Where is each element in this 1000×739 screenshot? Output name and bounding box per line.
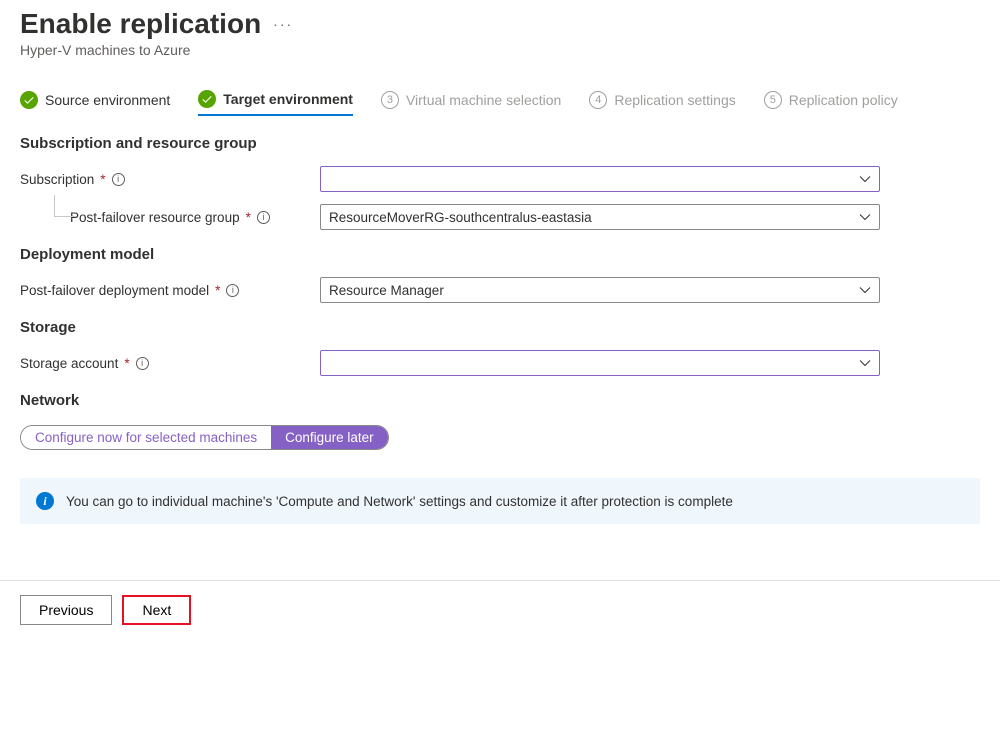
chevron-down-icon (859, 284, 871, 296)
info-icon[interactable]: i (112, 173, 125, 186)
chevron-down-icon (859, 211, 871, 223)
previous-button[interactable]: Previous (20, 595, 112, 625)
wizard-footer: Previous Next (0, 580, 1000, 639)
step-number-icon: 4 (589, 91, 607, 109)
storage-account-select[interactable] (320, 350, 880, 376)
section-subscription-rg: Subscription and resource group (20, 135, 980, 152)
deployment-model-label: Post-failover deployment model * i (20, 283, 320, 298)
step-label: Source environment (45, 92, 170, 108)
check-icon (198, 90, 216, 108)
step-source-environment[interactable]: Source environment (20, 90, 170, 116)
info-icon[interactable]: i (226, 284, 239, 297)
wizard-steps: Source environment Target environment 3 … (20, 90, 980, 117)
page-title: Enable replication (20, 8, 261, 40)
storage-account-label: Storage account * i (20, 356, 320, 371)
step-label: Replication settings (614, 92, 735, 108)
step-label: Replication policy (789, 92, 898, 108)
subscription-label: Subscription * i (20, 172, 320, 187)
required-mark: * (100, 172, 105, 187)
step-label: Target environment (223, 91, 353, 107)
next-button[interactable]: Next (122, 595, 191, 625)
configure-now-option[interactable]: Configure now for selected machines (21, 426, 271, 449)
tree-connector (54, 195, 76, 217)
section-network: Network (20, 392, 980, 409)
chevron-down-icon (859, 173, 871, 185)
page-subtitle: Hyper-V machines to Azure (20, 42, 980, 58)
step-vm-selection[interactable]: 3 Virtual machine selection (381, 90, 561, 116)
required-mark: * (124, 356, 129, 371)
resource-group-select[interactable]: ResourceMoverRG-southcentralus-eastasia (320, 204, 880, 230)
section-storage: Storage (20, 319, 980, 336)
info-text: You can go to individual machine's 'Comp… (66, 494, 733, 509)
section-deployment-model: Deployment model (20, 246, 980, 263)
network-configure-toggle[interactable]: Configure now for selected machines Conf… (20, 425, 389, 450)
step-label: Virtual machine selection (406, 92, 561, 108)
step-replication-settings[interactable]: 4 Replication settings (589, 90, 735, 116)
info-icon[interactable]: i (136, 357, 149, 370)
required-mark: * (215, 283, 220, 298)
info-icon: i (36, 492, 54, 510)
more-actions[interactable]: ··· (273, 16, 293, 32)
step-target-environment[interactable]: Target environment (198, 90, 353, 116)
select-value: ResourceMoverRG-southcentralus-eastasia (329, 210, 592, 225)
subscription-select[interactable] (320, 166, 880, 192)
step-number-icon: 5 (764, 91, 782, 109)
chevron-down-icon (859, 357, 871, 369)
configure-later-option[interactable]: Configure later (271, 426, 388, 449)
required-mark: * (246, 210, 251, 225)
step-replication-policy[interactable]: 5 Replication policy (764, 90, 898, 116)
select-value: Resource Manager (329, 283, 444, 298)
check-icon (20, 91, 38, 109)
step-number-icon: 3 (381, 91, 399, 109)
info-icon[interactable]: i (257, 211, 270, 224)
deployment-model-select[interactable]: Resource Manager (320, 277, 880, 303)
info-banner: i You can go to individual machine's 'Co… (20, 478, 980, 524)
